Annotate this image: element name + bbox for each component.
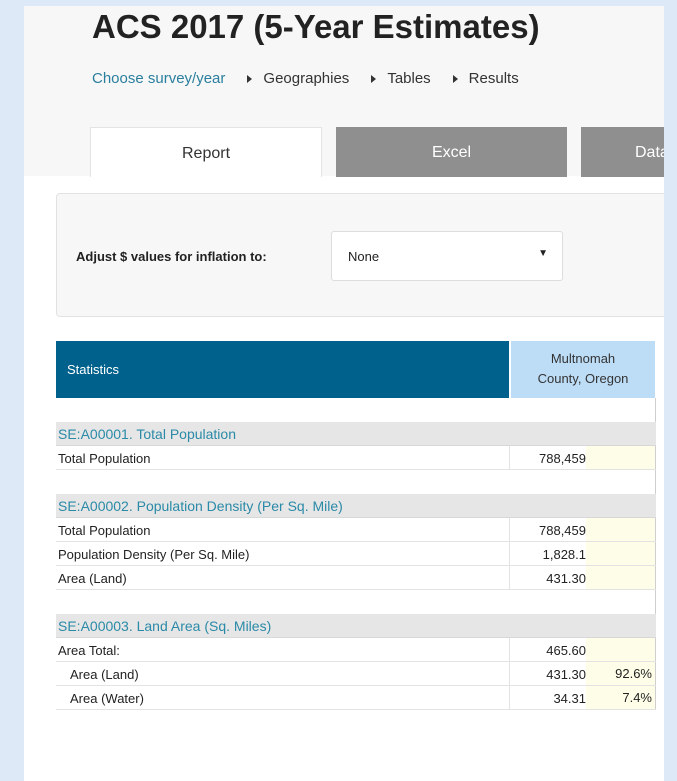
caret-right-icon	[452, 74, 458, 83]
row-label: Total Population	[58, 451, 151, 466]
row-label: Area Total:	[58, 643, 120, 658]
inflation-label: Adjust $ values for inflation to:	[76, 249, 267, 264]
breadcrumb-choose-survey[interactable]: Choose survey/year	[92, 70, 225, 87]
row-value: 431.30	[546, 571, 586, 586]
row-label: Area (Land)	[58, 571, 127, 586]
inflation-panel: Adjust $ values for inflation to: None ▼	[56, 193, 664, 317]
inflation-select-value: None	[348, 249, 380, 264]
table-row: Total Population 788,459	[56, 446, 656, 470]
row-label: Population Density (Per Sq. Mile)	[58, 547, 250, 562]
spacer-row	[56, 470, 656, 494]
geography-header: Multnomah County, Oregon	[511, 341, 655, 398]
row-border	[655, 518, 656, 541]
table-row: Area (Land) 431.30 92.6%	[56, 662, 656, 686]
row-label: Area (Water)	[70, 691, 144, 706]
tab-data[interactable]: Data	[581, 127, 664, 177]
page: ACS 2017 (5-Year Estimates) Choose surve…	[24, 6, 664, 781]
viewport: { "header": { "title": "ACS 2017 (5-Year…	[0, 0, 677, 781]
cell-divider	[509, 542, 510, 565]
row-label: Area (Land)	[70, 667, 139, 682]
table-row: Area (Water) 34.31 7.4%	[56, 686, 656, 710]
spacer-row	[56, 398, 656, 422]
cell-divider	[509, 566, 510, 589]
section-title[interactable]: SE:A00001. Total Population	[56, 422, 656, 446]
row-value: 431.30	[546, 667, 586, 682]
spacer-row	[56, 590, 656, 614]
row-border	[655, 686, 656, 709]
row-border	[655, 446, 656, 469]
breadcrumb-geographies[interactable]: Geographies	[263, 70, 349, 87]
geography-header-line1: Multnomah	[550, 351, 616, 366]
row-border	[655, 470, 656, 494]
row-percent: 7.4%	[586, 686, 656, 709]
cell-divider	[509, 638, 510, 661]
row-percent	[586, 446, 656, 469]
page-header: ACS 2017 (5-Year Estimates) Choose surve…	[24, 6, 664, 177]
caret-down-icon: ▼	[538, 248, 548, 259]
cell-divider	[509, 686, 510, 709]
table-row: Population Density (Per Sq. Mile) 1,828.1	[56, 542, 656, 566]
row-value: 1,828.1	[542, 547, 586, 562]
caret-right-icon	[371, 74, 377, 83]
row-percent	[586, 518, 656, 541]
cell-divider	[509, 518, 510, 541]
section-title[interactable]: SE:A00002. Population Density (Per Sq. M…	[56, 494, 656, 518]
row-border	[655, 398, 656, 422]
row-border	[655, 590, 656, 614]
breadcrumb-tables[interactable]: Tables	[387, 70, 430, 87]
table-body: SE:A00001. Total Population Total Populat…	[56, 398, 656, 710]
cell-divider	[509, 446, 510, 469]
row-label: Total Population	[58, 523, 151, 538]
geography-header-line2: County, Oregon	[537, 371, 629, 386]
row-percent: 92.6%	[586, 662, 656, 685]
row-border	[655, 638, 656, 661]
row-percent	[586, 638, 656, 661]
row-value: 788,459	[539, 523, 586, 538]
breadcrumb-results[interactable]: Results	[469, 70, 519, 87]
cell-divider	[509, 662, 510, 685]
row-value: 788,459	[539, 451, 586, 466]
statistics-header: Statistics	[56, 341, 509, 398]
table-row: Area (Land) 431.30	[56, 566, 656, 590]
tab-report[interactable]: Report	[90, 127, 322, 177]
row-value: 34.31	[553, 691, 586, 706]
table-row: Total Population 788,459	[56, 518, 656, 542]
row-percent	[586, 542, 656, 565]
tab-excel[interactable]: Excel	[336, 127, 567, 177]
breadcrumb: Choose survey/year Geographies Tables Re…	[92, 70, 519, 87]
tab-bar: Report Excel Data	[90, 127, 664, 177]
section-title[interactable]: SE:A00003. Land Area (Sq. Miles)	[56, 614, 656, 638]
page-title: ACS 2017 (5-Year Estimates)	[92, 8, 540, 45]
row-border	[655, 542, 656, 565]
inflation-select[interactable]: None ▼	[331, 231, 563, 281]
row-percent	[586, 566, 656, 589]
row-border	[655, 566, 656, 589]
table-row: Area Total: 465.60	[56, 638, 656, 662]
row-border	[655, 662, 656, 685]
row-value: 465.60	[546, 643, 586, 658]
caret-right-icon	[247, 74, 253, 83]
